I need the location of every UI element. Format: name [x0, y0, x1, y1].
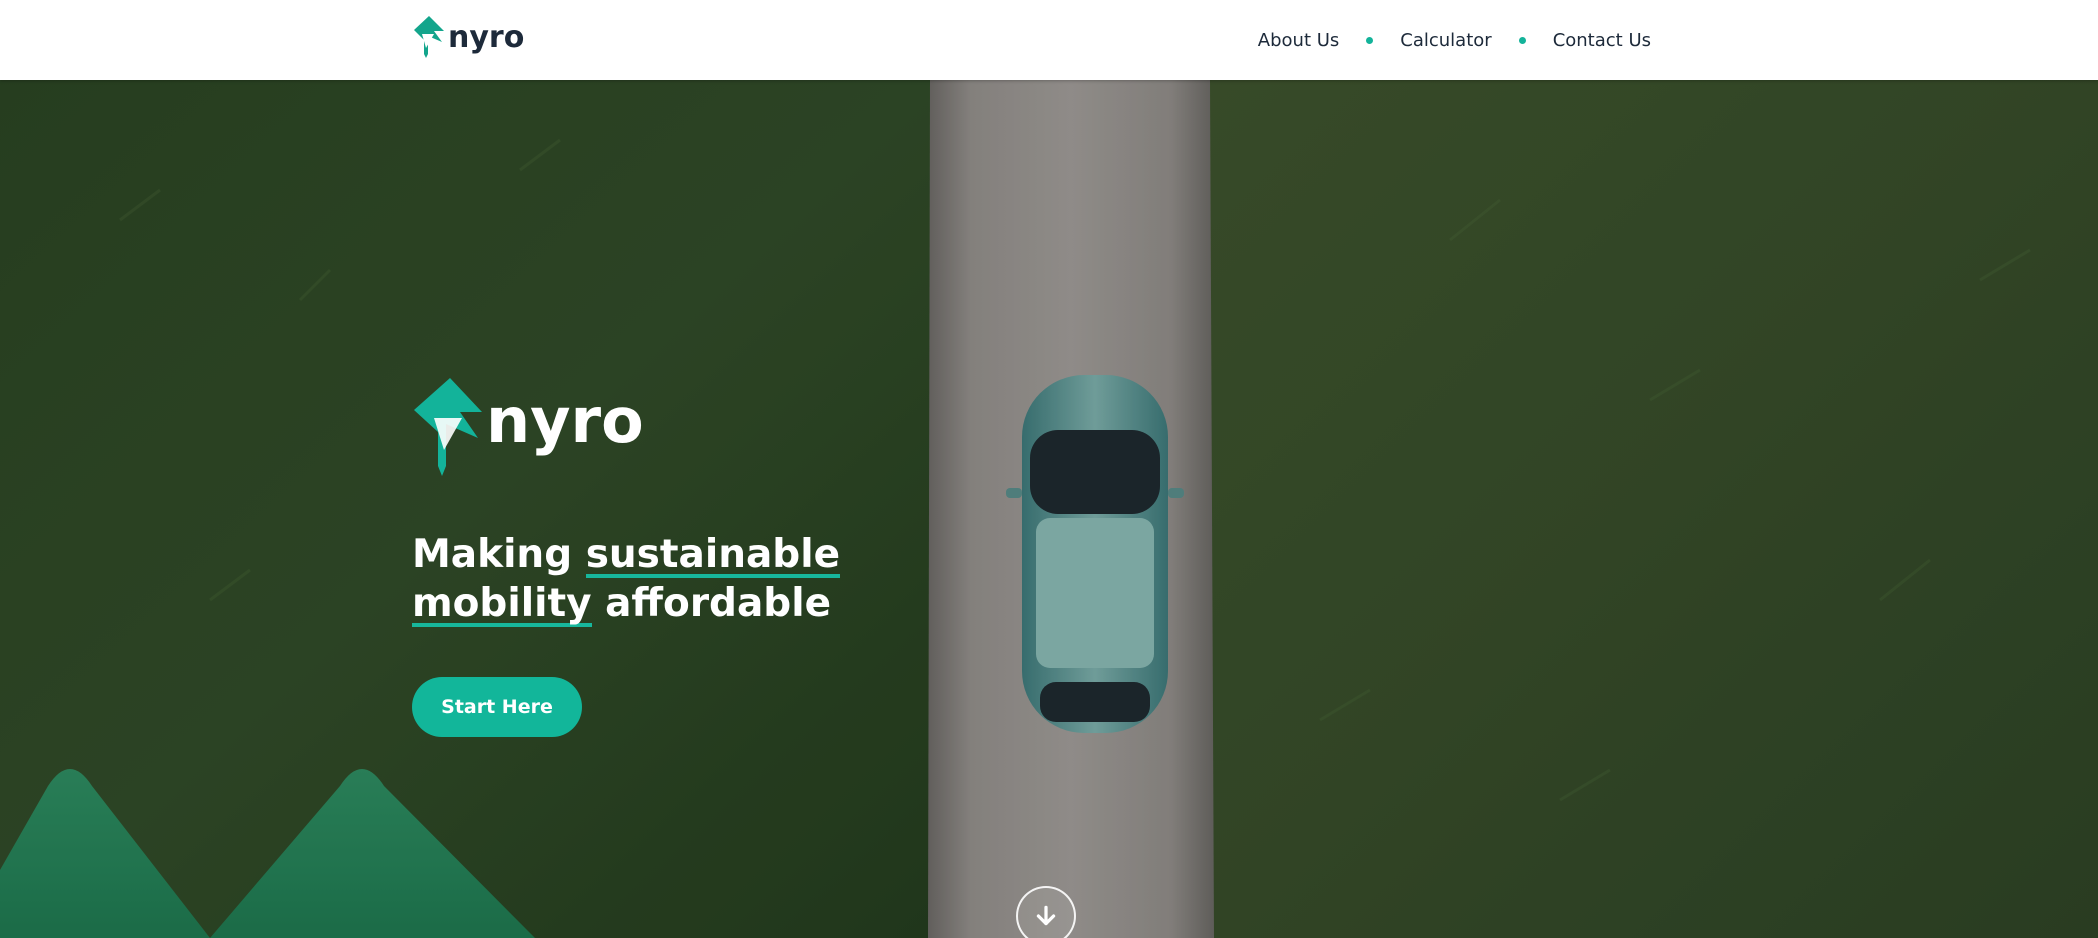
nav-calculator[interactable]: Calculator — [1400, 30, 1491, 51]
site-header: nyro About Us Calculator Contact Us — [0, 0, 2098, 80]
header-logo[interactable]: nyro — [412, 14, 524, 60]
dot-icon — [1518, 36, 1526, 44]
leaf-bolt-logo-icon: nyro — [414, 378, 644, 476]
start-here-button[interactable]: Start Here — [412, 677, 582, 737]
header-logo-text: nyro — [448, 20, 524, 55]
headline-highlight-1: sustainable — [585, 532, 841, 577]
nav-contact-us[interactable]: Contact Us — [1553, 30, 1651, 51]
hero-overlay — [0, 80, 2098, 938]
hero-logo-text: nyro — [486, 384, 644, 457]
arrow-down-icon — [1036, 905, 1056, 926]
scroll-down-button[interactable] — [1016, 886, 1076, 938]
headline-part-2: affordable — [605, 581, 832, 626]
hero-section: nyro Making sustainable mobility afforda… — [0, 80, 2098, 938]
hero-logo: nyro — [412, 376, 657, 484]
nav-about-us[interactable]: About Us — [1258, 30, 1340, 51]
dot-icon — [1366, 36, 1374, 44]
headline-part-1: Making — [412, 532, 573, 577]
hero-headline: Making sustainable mobility affordable — [412, 530, 972, 628]
main-nav: About Us Calculator Contact Us — [1258, 0, 1651, 80]
leaf-bolt-logo-icon: nyro — [414, 16, 524, 58]
headline-highlight-2: mobility — [412, 581, 592, 626]
